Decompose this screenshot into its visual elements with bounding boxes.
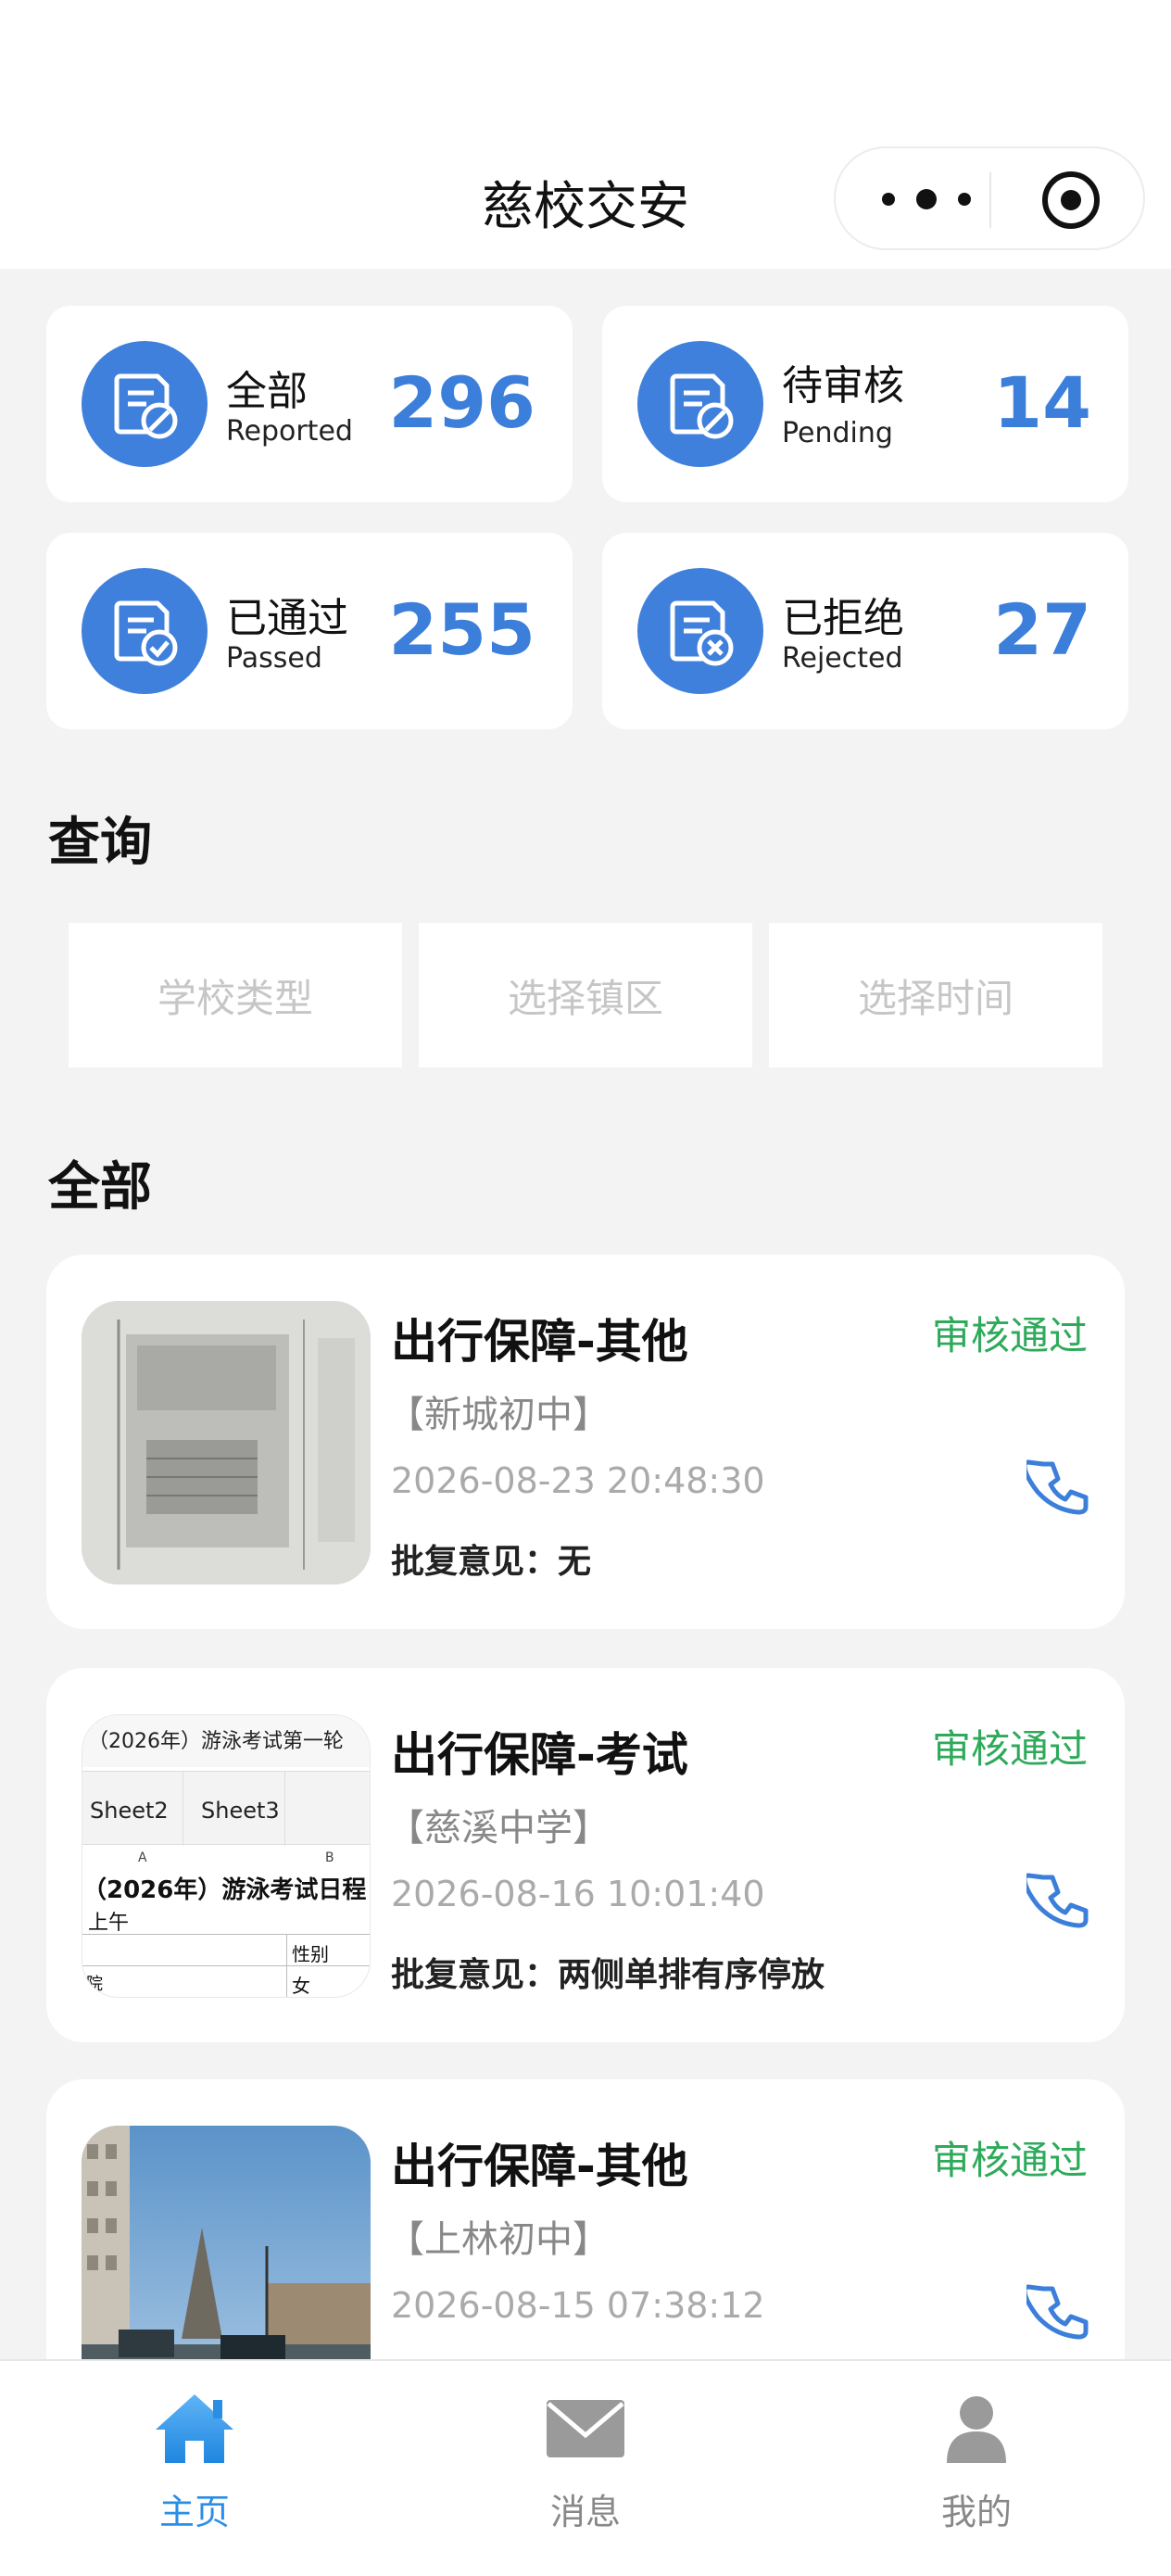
item-time: 2026-08-16 10:01:40 bbox=[391, 1874, 765, 1914]
item-school: 【新城初中】 bbox=[387, 1394, 610, 1436]
bottom-tab-bar: 主页 消息 我的 bbox=[0, 2359, 1171, 2576]
phone-icon[interactable] bbox=[1026, 2281, 1091, 2346]
stat-label-en: Pending bbox=[782, 417, 893, 449]
target-icon[interactable] bbox=[1039, 169, 1102, 232]
stat-card-all[interactable]: 全部 Reported 296 bbox=[46, 306, 573, 502]
home-icon bbox=[156, 2394, 233, 2463]
phone-icon[interactable] bbox=[1026, 1870, 1091, 1935]
item-time: 2026-08-23 20:48:30 bbox=[391, 1460, 765, 1501]
sheet-tab: Sheet2 bbox=[90, 1798, 169, 1824]
stat-value: 27 bbox=[993, 588, 1091, 671]
phone-icon[interactable] bbox=[1026, 1457, 1091, 1522]
stat-card-passed[interactable]: 已通过 Passed 255 bbox=[46, 533, 573, 729]
status-badge: 审核通过 bbox=[931, 1726, 1088, 1772]
stat-value: 14 bbox=[993, 361, 1091, 444]
document-slash-icon bbox=[82, 341, 208, 467]
tab-home[interactable]: 主页 bbox=[83, 2380, 306, 2565]
document-x-icon bbox=[637, 568, 763, 694]
stat-card-rejected[interactable]: 已拒绝 Rejected 27 bbox=[602, 533, 1128, 729]
sheet-cell: 院 bbox=[86, 1975, 103, 1994]
sheet-divider bbox=[284, 1772, 285, 1846]
item-title: 出行保障-其他 bbox=[391, 1315, 688, 1369]
user-icon bbox=[947, 2396, 1006, 2463]
sheet-cell: 女 bbox=[292, 1975, 310, 1997]
sheet-cell: 上午 bbox=[88, 1912, 130, 1935]
document-check-icon bbox=[82, 568, 208, 694]
capsule-divider bbox=[989, 172, 991, 228]
district-select[interactable]: 选择镇区 bbox=[419, 923, 752, 1067]
stat-label-en: Passed bbox=[226, 642, 322, 675]
item-title: 出行保障-考试 bbox=[391, 1728, 688, 1782]
time-select[interactable]: 选择时间 bbox=[769, 923, 1102, 1067]
sheet-tab-bar: Sheet2 Sheet3 bbox=[82, 1771, 370, 1846]
column-header: A bbox=[138, 1850, 147, 1865]
mini-program-capsule bbox=[834, 146, 1145, 250]
tab-label: 消息 bbox=[549, 2492, 621, 2532]
item-time: 2026-08-15 07:38:12 bbox=[391, 2285, 765, 2326]
sheet-gridline bbox=[82, 1965, 370, 1966]
stat-value: 255 bbox=[388, 588, 535, 671]
thumb-heading: （2026年）游泳考试第一轮 bbox=[82, 1715, 370, 1767]
sheet-tab: Sheet3 bbox=[201, 1798, 280, 1824]
stat-label-cn: 已拒绝 bbox=[782, 595, 904, 642]
stat-label-cn: 待审核 bbox=[782, 362, 904, 410]
item-reply: 批复意见：无 bbox=[391, 1543, 592, 1581]
sheet-gridline bbox=[82, 1934, 370, 1935]
school-type-select[interactable]: 学校类型 bbox=[69, 923, 402, 1067]
tab-label: 我的 bbox=[940, 2492, 1012, 2532]
stat-label-cn: 全部 bbox=[226, 368, 308, 415]
item-reply: 批复意见：两侧单排有序停放 bbox=[391, 1956, 825, 1994]
sheet-cell: （2026年）游泳考试日程 bbox=[82, 1876, 367, 1904]
stat-label-cn: 已通过 bbox=[226, 595, 348, 642]
stat-value: 296 bbox=[388, 361, 535, 444]
query-section-title: 查询 bbox=[48, 813, 152, 873]
document-photo-thumbnail[interactable] bbox=[82, 1301, 371, 1585]
list-item[interactable]: （2026年）游泳考试第一轮 Sheet2 Sheet3 A B （2026年）… bbox=[46, 1668, 1125, 2042]
nav-bar: 慈校交安 bbox=[0, 0, 1171, 269]
stat-label-en: Rejected bbox=[782, 642, 903, 675]
more-dots-icon[interactable] bbox=[882, 185, 971, 213]
item-school: 【上林初中】 bbox=[387, 2218, 610, 2261]
tab-label: 主页 bbox=[158, 2492, 230, 2532]
status-badge: 审核通过 bbox=[931, 1313, 1088, 1358]
tab-profile[interactable]: 我的 bbox=[865, 2380, 1088, 2565]
item-school: 【慈溪中学】 bbox=[387, 1807, 610, 1850]
column-header: B bbox=[325, 1850, 334, 1865]
stat-label-en: Reported bbox=[226, 415, 353, 448]
mail-icon bbox=[547, 2400, 624, 2457]
spreadsheet-thumbnail[interactable]: （2026年）游泳考试第一轮 Sheet2 Sheet3 A B （2026年）… bbox=[82, 1714, 371, 1998]
sheet-cell: 性别 bbox=[292, 1943, 329, 1965]
tab-messages[interactable]: 消息 bbox=[474, 2380, 697, 2565]
document-slash-icon bbox=[637, 341, 763, 467]
stat-card-pending[interactable]: 待审核 Pending 14 bbox=[602, 306, 1128, 502]
status-badge: 审核通过 bbox=[931, 2138, 1088, 2183]
list-item[interactable]: 出行保障-其他 审核通过 【新城初中】 2026-08-23 20:48:30 … bbox=[46, 1255, 1125, 1629]
list-section-title: 全部 bbox=[48, 1157, 152, 1218]
item-title: 出行保障-其他 bbox=[391, 2140, 688, 2193]
